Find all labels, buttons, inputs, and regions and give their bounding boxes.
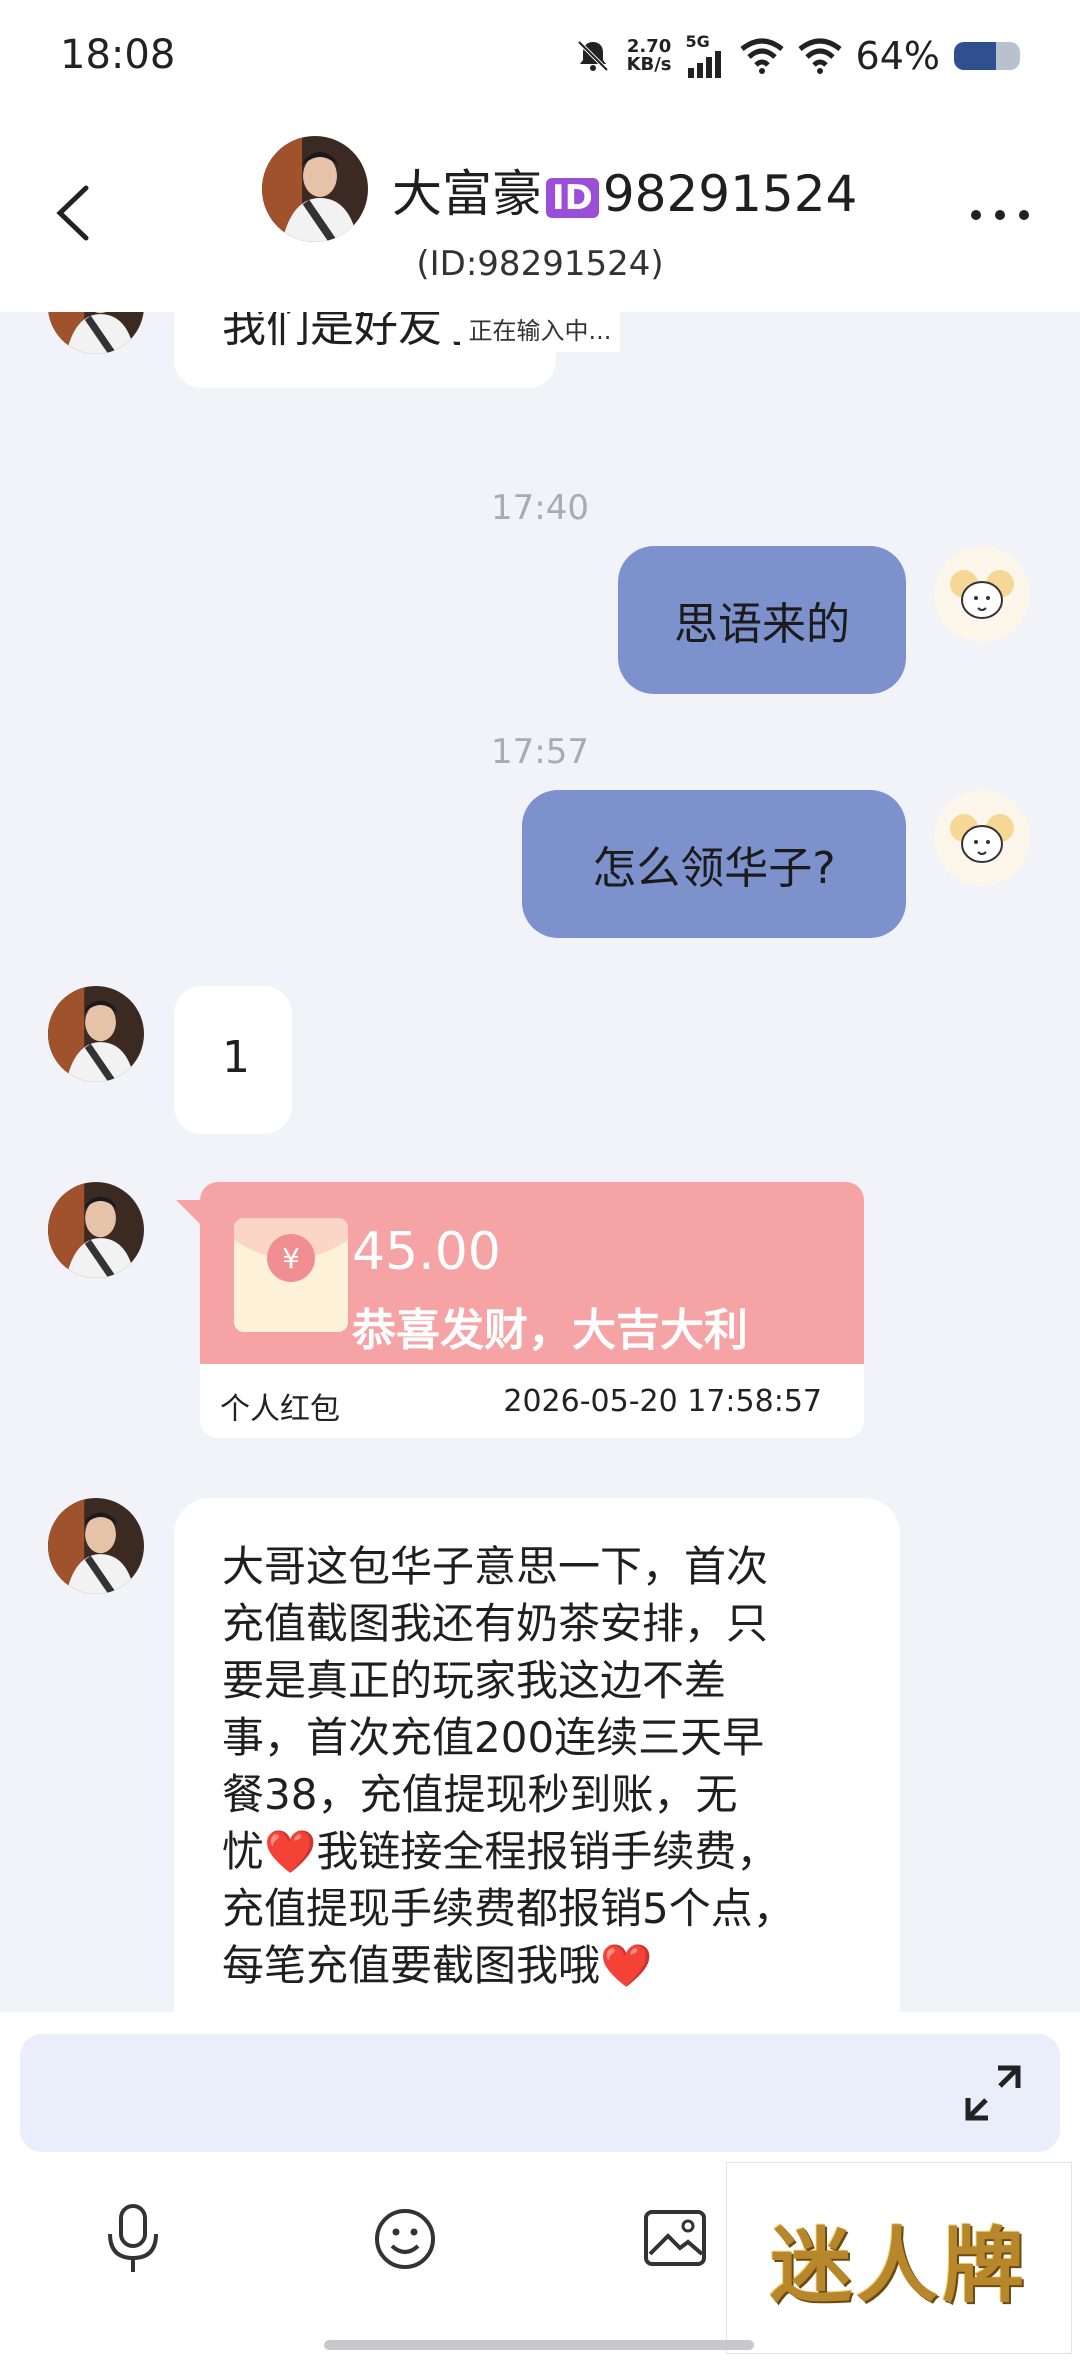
avatar-photo <box>48 312 144 354</box>
red-packet-top: ¥ 45.00 恭喜发财，大吉大利 <box>200 1182 864 1364</box>
red-packet-wish: 恭喜发财，大吉大利 <box>352 1305 748 1356</box>
red-packet-card[interactable]: ¥ 45.00 恭喜发财，大吉大利 个人红包 2026-05-20 17:58:… <box>200 1182 864 1438</box>
brand-watermark: 迷人牌 <box>726 2162 1072 2354</box>
avatar[interactable] <box>48 312 144 354</box>
dog-avatar-icon <box>934 546 1030 642</box>
image-icon[interactable] <box>640 2202 710 2276</box>
red-packet-icon: ¥ <box>234 1218 348 1332</box>
message-bubble-outgoing[interactable]: 怎么领华子? <box>522 790 906 938</box>
message-line-rest: 我链接全程报销手续费， <box>316 1827 779 1876</box>
contact-name: 大富豪 ID 98291524 <box>392 154 857 226</box>
message-line: 忧❤️我链接全程报销手续费， <box>222 1823 862 1880</box>
message-line: 要是真正的玩家我这边不差 <box>222 1656 727 1705</box>
mute-bell-icon <box>577 40 608 72</box>
contact-name-suffix: 98291524 <box>602 165 858 223</box>
my-avatar[interactable] <box>934 546 1030 642</box>
chat-header: 大富豪 ID 98291524 (ID:98291524) <box>0 120 1080 312</box>
dog-avatar-icon <box>934 790 1030 886</box>
contact-name-prefix: 大富豪 <box>392 165 542 223</box>
message-line: 充值提现手续费都报销5个点， <box>222 1884 795 1933</box>
red-packet-label: 个人红包 <box>220 1392 340 1427</box>
svg-text:¥: ¥ <box>282 1242 300 1275</box>
battery-text: 64% <box>855 34 940 78</box>
wifi-2-icon <box>797 38 842 74</box>
typing-indicator: 正在输入中... <box>460 310 620 352</box>
id-badge: ID <box>546 177 599 218</box>
network-type: 5G <box>685 32 710 51</box>
more-icon[interactable] <box>960 180 1040 250</box>
timestamp: 17:40 <box>491 488 589 528</box>
chat-area[interactable]: 我们是好友了 17:40 思语来的 17:57 怎么领华子? 1 ¥ 45.00… <box>0 312 1080 2012</box>
wifi-icon <box>739 38 784 74</box>
avatar[interactable] <box>262 136 368 242</box>
avatar[interactable] <box>48 986 144 1082</box>
cell-signal-icon <box>687 51 721 78</box>
status-bar: 18:08 2.70 KB/s 5G 64% <box>0 0 1080 120</box>
message-text: 1 <box>222 1032 250 1083</box>
avatar-photo <box>48 1182 144 1278</box>
contact-id: (ID:98291524) <box>416 244 664 284</box>
avatar[interactable] <box>48 1182 144 1278</box>
emoji-icon[interactable] <box>370 2202 440 2276</box>
message-bubble-outgoing[interactable]: 思语来的 <box>618 546 906 694</box>
net-speed-unit: KB/s <box>626 54 672 75</box>
my-avatar[interactable] <box>934 790 1030 886</box>
message-input[interactable] <box>20 2034 1060 2152</box>
brand-text: 迷人牌 <box>769 2217 1028 2314</box>
battery-fill <box>954 42 997 70</box>
avatar-photo <box>48 1498 144 1594</box>
red-packet-amount: 45.00 <box>352 1222 501 1282</box>
microphone-icon[interactable] <box>98 2202 168 2276</box>
expand-icon[interactable] <box>962 2062 1024 2124</box>
message-line: 大哥这包华子意思一下，首次 <box>222 1542 769 1591</box>
heart-emoji: ❤️ <box>264 1827 317 1876</box>
message-line-prefix: 忧 <box>222 1827 265 1876</box>
status-icons: 2.70 KB/s 5G 64% <box>573 30 1020 82</box>
avatar-photo <box>262 136 368 242</box>
input-bar: 迷人牌 <box>0 2012 1080 2376</box>
message-line-text: 每笔充值要截图我哦 <box>222 1941 601 1990</box>
bubble-tail <box>176 1200 200 1224</box>
message-text: 思语来的 <box>674 599 850 650</box>
message-line: 每笔充值要截图我哦❤️ <box>222 1937 862 1994</box>
net-speed: 2.70 KB/s <box>627 38 672 74</box>
red-packet-time: 2026-05-20 17:58:57 <box>503 1384 822 1419</box>
message-line: 充值截图我还有奶茶安排，只 <box>222 1599 769 1648</box>
timestamp: 17:57 <box>491 732 589 772</box>
message-line: 事，首次充值200连续三天早 <box>222 1713 765 1762</box>
status-time: 18:08 <box>60 32 176 78</box>
battery-icon <box>954 42 1020 70</box>
message-text: 怎么领华子? <box>592 843 836 894</box>
message-bubble-incoming[interactable]: 大哥这包华子意思一下，首次 充值截图我还有奶茶安排，只 要是真正的玩家我这边不差… <box>174 1498 900 2012</box>
message-line: 餐38，充值提现秒到账，无 <box>222 1770 738 1819</box>
message-text: 我们是好友了 <box>222 312 486 352</box>
avatar-photo <box>48 986 144 1082</box>
message-bubble-incoming[interactable]: 1 <box>174 986 292 1134</box>
avatar[interactable] <box>48 1498 144 1594</box>
home-indicator[interactable] <box>324 2340 754 2350</box>
message-text: 大哥这包华子意思一下，首次 充值截图我还有奶茶安排，只 要是真正的玩家我这边不差… <box>222 1538 862 1994</box>
heart-emoji: ❤️ <box>600 1941 653 1990</box>
